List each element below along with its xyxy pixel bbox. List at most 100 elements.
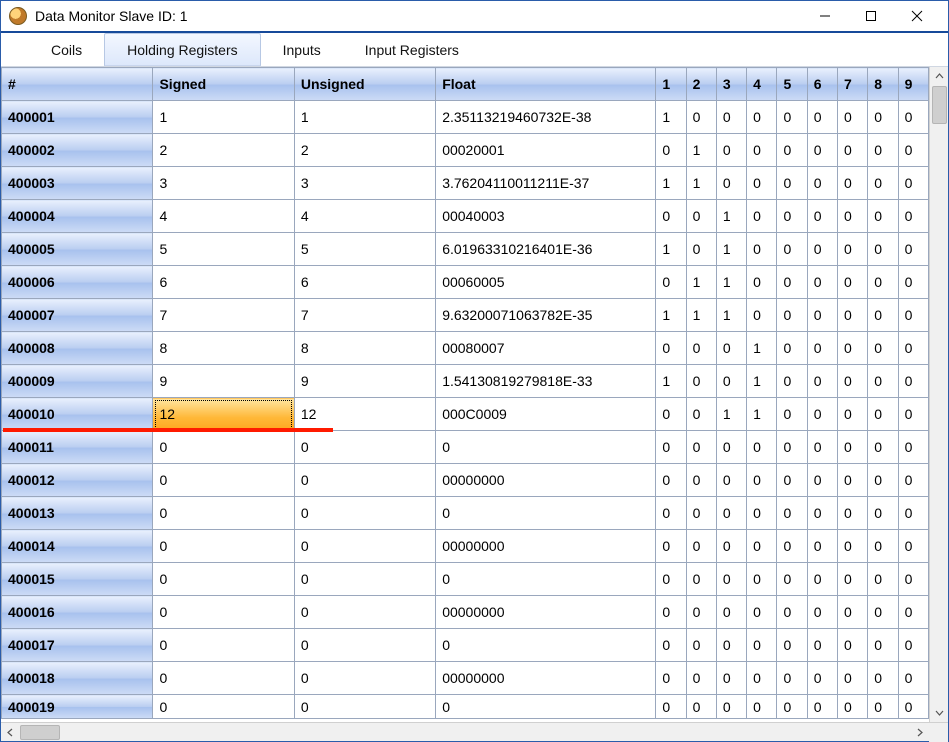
table-row[interactable]: 400003333.76204110011211E-37110000000	[2, 167, 929, 200]
cell-unsigned[interactable]: 6	[294, 266, 435, 299]
cell-unsigned[interactable]: 0	[294, 530, 435, 563]
cell-bit-6[interactable]: 0	[807, 134, 837, 167]
cell-bit-1[interactable]: 0	[656, 596, 686, 629]
table-row[interactable]: 4000120000000000000000000	[2, 464, 929, 497]
cell-bit-3[interactable]: 0	[716, 530, 746, 563]
cell-bit-9[interactable]: 0	[898, 167, 928, 200]
cell-bit-5[interactable]: 0	[777, 530, 807, 563]
cell-bit-3[interactable]: 1	[716, 233, 746, 266]
cell-bit-8[interactable]: 0	[868, 167, 898, 200]
cell-bit-9[interactable]: 0	[898, 200, 928, 233]
cell-bit-9[interactable]: 0	[898, 629, 928, 662]
cell-bit-3[interactable]: 1	[716, 266, 746, 299]
cell-bit-8[interactable]: 0	[868, 365, 898, 398]
close-button[interactable]	[894, 1, 940, 31]
row-index[interactable]: 400005	[2, 233, 153, 266]
col-bit-6[interactable]: 6	[807, 68, 837, 101]
cell-bit-9[interactable]: 0	[898, 332, 928, 365]
cell-unsigned[interactable]: 0	[294, 563, 435, 596]
cell-bit-1[interactable]: 0	[656, 530, 686, 563]
cell-bit-8[interactable]: 0	[868, 233, 898, 266]
cell-bit-8[interactable]: 0	[868, 299, 898, 332]
table-row[interactable]: 400015000000000000	[2, 563, 929, 596]
row-index[interactable]: 400010	[2, 398, 153, 431]
cell-bit-1[interactable]: 0	[656, 662, 686, 695]
cell-bit-6[interactable]: 0	[807, 662, 837, 695]
table-row[interactable]: 400001112.35113219460732E-38100000000	[2, 101, 929, 134]
col-bit-4[interactable]: 4	[747, 68, 777, 101]
table-row[interactable]: 400011000000000000	[2, 431, 929, 464]
cell-bit-8[interactable]: 0	[868, 134, 898, 167]
cell-bit-4[interactable]: 0	[747, 101, 777, 134]
cell-bit-2[interactable]: 1	[686, 134, 716, 167]
cell-float[interactable]: 00080007	[436, 332, 656, 365]
cell-float[interactable]: 00000000	[436, 464, 656, 497]
cell-bit-5[interactable]: 0	[777, 398, 807, 431]
cell-bit-3[interactable]: 1	[716, 200, 746, 233]
tab-input-registers[interactable]: Input Registers	[343, 33, 481, 66]
row-index[interactable]: 400004	[2, 200, 153, 233]
cell-float[interactable]: 0	[436, 497, 656, 530]
cell-bit-7[interactable]: 0	[838, 299, 868, 332]
horizontal-scrollbar[interactable]	[1, 722, 948, 741]
cell-bit-6[interactable]: 0	[807, 233, 837, 266]
cell-float[interactable]: 0	[436, 431, 656, 464]
cell-bit-7[interactable]: 0	[838, 596, 868, 629]
col-signed[interactable]: Signed	[153, 68, 294, 101]
table-row[interactable]: 4000044400040003001000000	[2, 200, 929, 233]
cell-bit-2[interactable]: 0	[686, 233, 716, 266]
cell-bit-1[interactable]: 0	[656, 695, 686, 719]
cell-signed[interactable]: 8	[153, 332, 294, 365]
cell-bit-6[interactable]: 0	[807, 398, 837, 431]
cell-unsigned[interactable]: 0	[294, 662, 435, 695]
cell-unsigned[interactable]: 0	[294, 431, 435, 464]
cell-bit-5[interactable]: 0	[777, 596, 807, 629]
cell-bit-5[interactable]: 0	[777, 233, 807, 266]
minimize-button[interactable]	[802, 1, 848, 31]
row-index[interactable]: 400017	[2, 629, 153, 662]
cell-bit-3[interactable]: 0	[716, 629, 746, 662]
cell-signed[interactable]: 9	[153, 365, 294, 398]
cell-bit-2[interactable]: 0	[686, 332, 716, 365]
table-row[interactable]: 400017000000000000	[2, 629, 929, 662]
cell-bit-7[interactable]: 0	[838, 266, 868, 299]
cell-bit-4[interactable]: 0	[747, 497, 777, 530]
cell-bit-7[interactable]: 0	[838, 662, 868, 695]
cell-unsigned[interactable]: 0	[294, 596, 435, 629]
cell-bit-6[interactable]: 0	[807, 365, 837, 398]
cell-bit-2[interactable]: 1	[686, 299, 716, 332]
cell-bit-7[interactable]: 0	[838, 563, 868, 596]
cell-bit-9[interactable]: 0	[898, 134, 928, 167]
cell-bit-3[interactable]: 0	[716, 662, 746, 695]
cell-bit-7[interactable]: 0	[838, 101, 868, 134]
cell-bit-1[interactable]: 0	[656, 134, 686, 167]
cell-bit-7[interactable]: 0	[838, 398, 868, 431]
row-index[interactable]: 400018	[2, 662, 153, 695]
cell-bit-1[interactable]: 0	[656, 497, 686, 530]
table-row[interactable]: 4000066600060005011000000	[2, 266, 929, 299]
table-row[interactable]: 4000180000000000000000000	[2, 662, 929, 695]
cell-bit-8[interactable]: 0	[868, 662, 898, 695]
cell-unsigned[interactable]: 0	[294, 695, 435, 719]
cell-bit-3[interactable]: 1	[716, 299, 746, 332]
row-index[interactable]: 400016	[2, 596, 153, 629]
tab-holding-registers[interactable]: Holding Registers	[104, 33, 261, 66]
col-unsigned[interactable]: Unsigned	[294, 68, 435, 101]
cell-float[interactable]: 0	[436, 629, 656, 662]
cell-bit-2[interactable]: 0	[686, 365, 716, 398]
cell-bit-8[interactable]: 0	[868, 563, 898, 596]
cell-bit-6[interactable]: 0	[807, 332, 837, 365]
cell-bit-1[interactable]: 0	[656, 629, 686, 662]
cell-signed[interactable]: 0	[153, 596, 294, 629]
cell-bit-8[interactable]: 0	[868, 200, 898, 233]
cell-bit-2[interactable]: 0	[686, 596, 716, 629]
cell-unsigned[interactable]: 1	[294, 101, 435, 134]
cell-bit-9[interactable]: 0	[898, 695, 928, 719]
scroll-up-button[interactable]	[931, 68, 948, 85]
cell-bit-5[interactable]: 0	[777, 134, 807, 167]
cell-bit-1[interactable]: 1	[656, 299, 686, 332]
cell-float[interactable]: 6.01963310216401E-36	[436, 233, 656, 266]
cell-bit-6[interactable]: 0	[807, 629, 837, 662]
row-index[interactable]: 400002	[2, 134, 153, 167]
table-row[interactable]: 4000088800080007000100000	[2, 332, 929, 365]
